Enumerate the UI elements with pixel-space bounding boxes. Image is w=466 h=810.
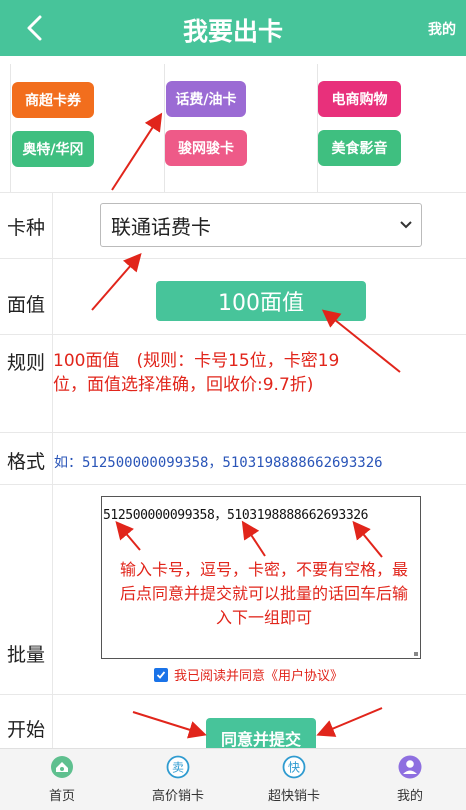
category-grid: 商超卡券 话费/油卡 电商购物 奥特/华冈 骏网骏卡 美食影音 (10, 64, 466, 192)
divider (52, 192, 53, 748)
batch-label: 批量 (7, 644, 46, 666)
divider (0, 192, 466, 193)
divider (0, 432, 466, 433)
card-type-value: 联通话费卡 (111, 214, 211, 239)
format-example: 如：512500000099358，5103198888662693326 (54, 455, 383, 471)
app-header: 我要出卡 我的 (0, 0, 466, 56)
batch-input-value: 512500000099358，5103198888662693326 (103, 508, 369, 523)
arrow (132, 711, 207, 739)
divider (0, 484, 466, 485)
fast-icon-glyph: 快 (288, 761, 300, 775)
home-icon (51, 756, 73, 778)
divider (0, 334, 466, 335)
arrow (316, 707, 383, 737)
divider (0, 258, 466, 259)
user-icon (398, 755, 422, 779)
rules-label: 规则 (7, 352, 46, 374)
agree-checkbox[interactable]: 我已阅读并同意《用户协议》 (154, 665, 343, 684)
rules-text: 100面值 (规则：卡号15位，卡密19位，面值选择准确，回收价:9.7折) (53, 351, 340, 395)
face-value-button[interactable]: 100面值 (156, 281, 366, 321)
card-type-label: 卡种 (7, 217, 46, 239)
card-type-select[interactable]: 联通话费卡 (100, 203, 422, 247)
category-aote[interactable]: 奥特/华冈 (12, 131, 94, 167)
category-huafei[interactable]: 话费/油卡 (166, 81, 246, 117)
tab-home[interactable]: 首页 (4, 749, 120, 810)
divider (164, 64, 165, 192)
arrow (91, 252, 142, 311)
divider (0, 694, 466, 695)
face-value-label: 面值 (7, 294, 46, 316)
fast-icon: 快 (282, 755, 306, 779)
tab-mine[interactable]: 我的 (352, 749, 466, 810)
start-label: 开始 (7, 719, 46, 741)
format-label: 格式 (7, 451, 46, 473)
agree-text: 我已阅读并同意《用户协议》 (174, 669, 344, 684)
page-title: 我要出卡 (182, 17, 283, 46)
tab-mine-label: 我的 (396, 789, 423, 804)
category-junwang[interactable]: 骏网骏卡 (165, 130, 247, 166)
resize-handle[interactable] (414, 652, 418, 656)
category-dianshang[interactable]: 电商购物 (318, 81, 401, 117)
chevron-down-icon (400, 221, 412, 229)
bottom-tab-bar: 首页 卖 高价销卡 快 超快销卡 我的 (0, 748, 466, 810)
tab-fast-label: 超快销卡 (267, 789, 320, 804)
tab-fast[interactable]: 快 超快销卡 (236, 749, 352, 810)
category-shangchao[interactable]: 商超卡券 (12, 82, 94, 118)
tab-sell[interactable]: 卖 高价销卡 (120, 749, 236, 810)
sell-icon: 卖 (166, 755, 190, 779)
my-account-link[interactable]: 我的 (428, 19, 456, 39)
tab-home-label: 首页 (48, 789, 75, 804)
category-meishi[interactable]: 美食影音 (318, 130, 401, 166)
batch-hint: 输入卡号，逗号，卡密，不要有空格，最后点同意并提交就可以批量的话回车后输入下一组… (119, 560, 408, 627)
checkbox-checked-icon (154, 667, 168, 682)
sell-icon-glyph: 卖 (172, 761, 184, 775)
tab-sell-label: 高价销卡 (151, 789, 204, 804)
divider (10, 64, 11, 192)
